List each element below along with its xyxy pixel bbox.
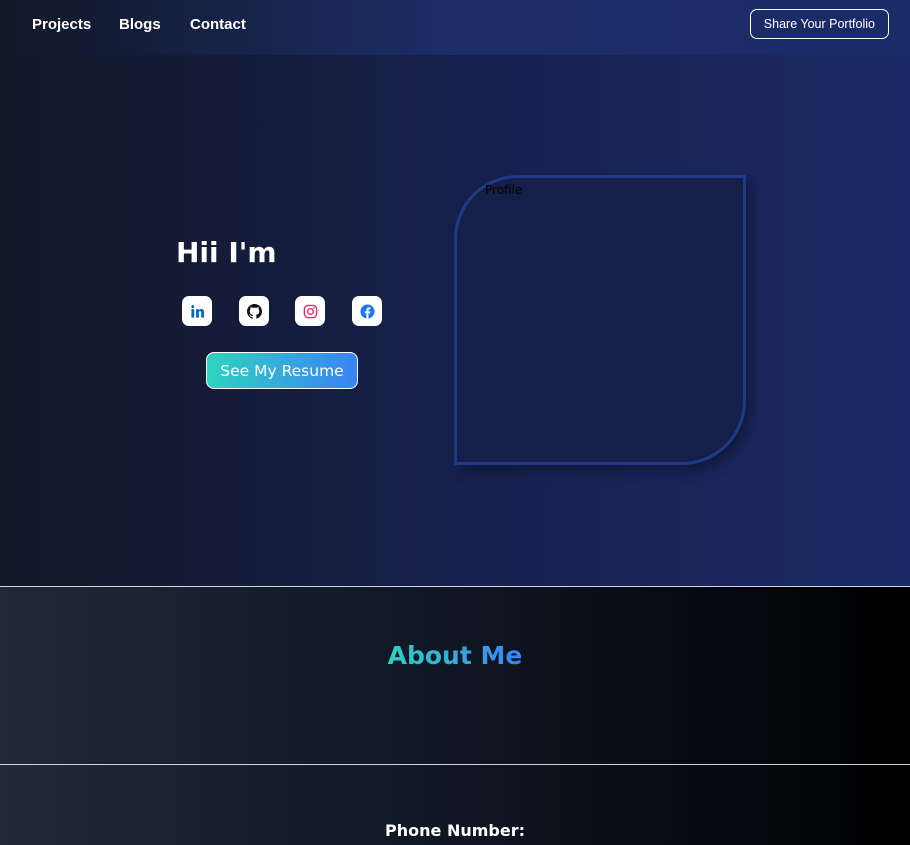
linkedin-icon (190, 304, 204, 318)
nav-link-contact[interactable]: Contact (190, 16, 246, 33)
see-resume-button[interactable]: See My Resume (206, 352, 358, 389)
hero-greeting: Hii I'm (176, 236, 277, 269)
hero-section: Hii I'm See My Resume Profile (0, 55, 910, 586)
instagram-link[interactable] (295, 296, 325, 326)
profile-image: Profile (454, 175, 746, 465)
navbar: Projects Blogs Contact Share Your Portfo… (0, 0, 910, 55)
about-title-text: About Me (387, 641, 523, 670)
linkedin-link[interactable] (182, 296, 212, 326)
nav-link-projects[interactable]: Projects (32, 16, 91, 33)
nav-link-blogs[interactable]: Blogs (119, 16, 161, 33)
instagram-icon (303, 304, 317, 318)
facebook-link[interactable] (352, 296, 382, 326)
phone-number-label: Phone Number: (385, 821, 525, 840)
github-icon (246, 303, 262, 319)
about-title: About Me (0, 641, 910, 670)
about-section: About Me (0, 586, 910, 764)
profile-image-alt-text: Profile (485, 183, 523, 197)
github-link[interactable] (239, 296, 269, 326)
contact-section: Phone Number: (0, 764, 910, 845)
facebook-icon (359, 303, 375, 319)
share-portfolio-button[interactable]: Share Your Portfolio (749, 9, 889, 39)
